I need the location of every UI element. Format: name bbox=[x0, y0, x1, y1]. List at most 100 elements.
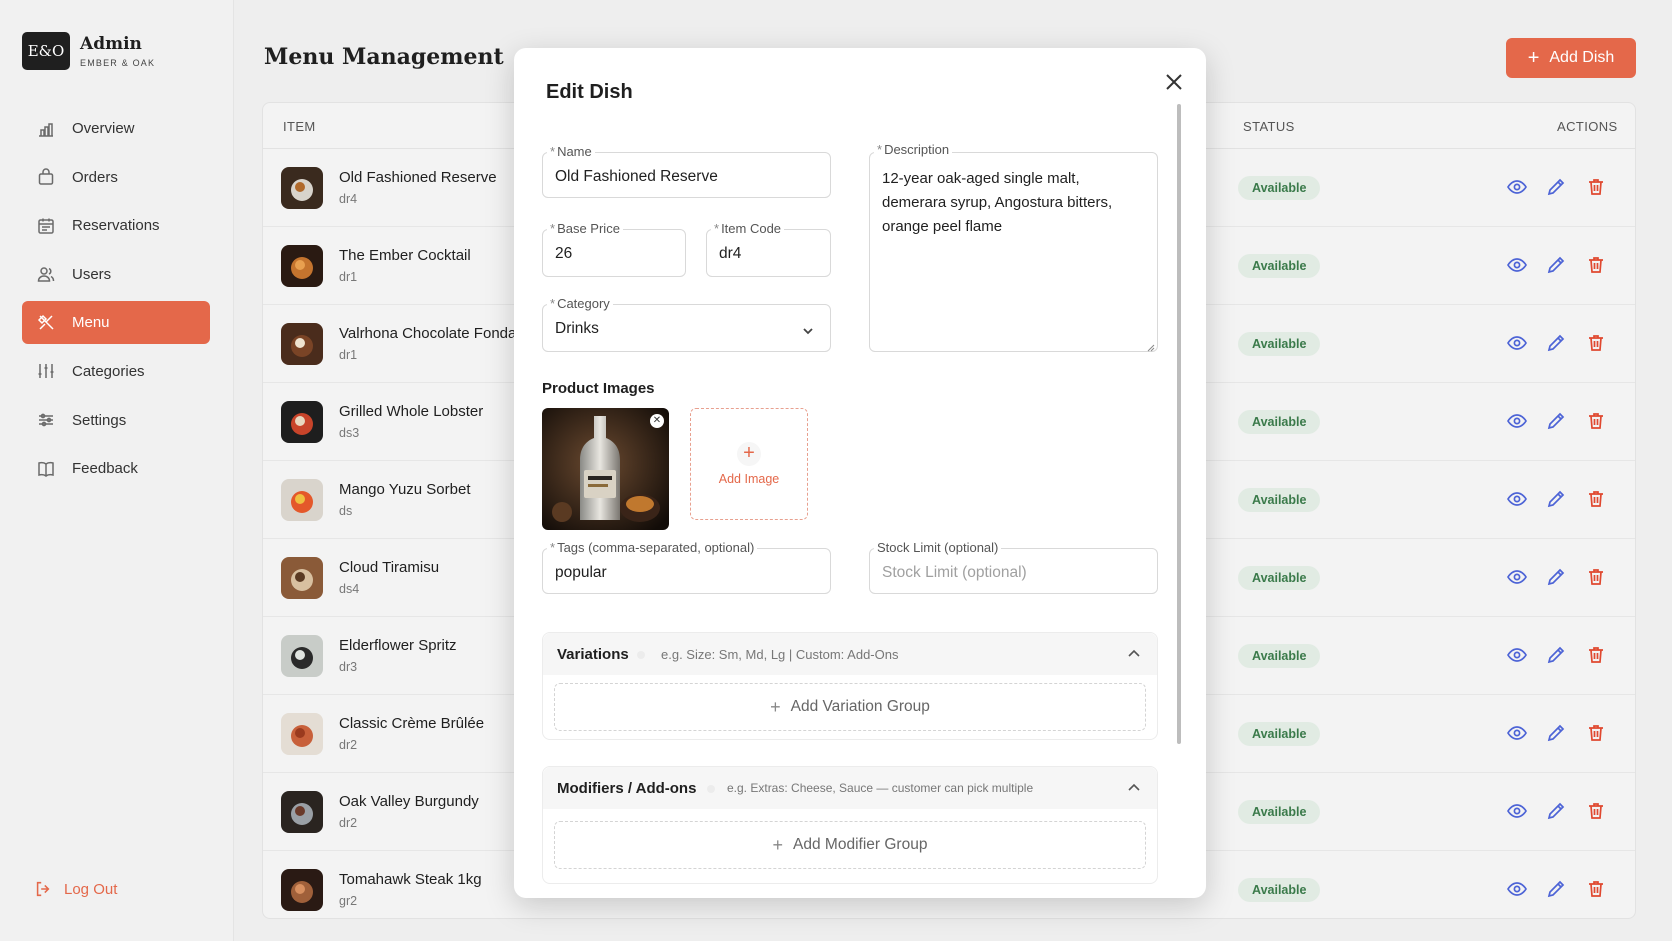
dish-code: dr4 bbox=[339, 192, 358, 206]
dish-name: Tomahawk Steak 1kg bbox=[339, 871, 482, 888]
delete-icon[interactable] bbox=[1585, 878, 1607, 900]
delete-icon[interactable] bbox=[1585, 722, 1607, 744]
view-icon[interactable] bbox=[1506, 644, 1528, 666]
dish-code: dr1 bbox=[339, 270, 358, 284]
status-badge: Available bbox=[1238, 488, 1321, 512]
category-select[interactable]: * Category Drinks bbox=[542, 296, 831, 352]
view-icon[interactable] bbox=[1506, 722, 1528, 744]
status-badge: Available bbox=[1238, 332, 1321, 356]
description-field[interactable]: * Description 12-year oak-aged single mal… bbox=[869, 142, 1158, 352]
sidebar-item-overview[interactable]: Overview bbox=[22, 107, 210, 150]
dish-code: dr3 bbox=[339, 660, 358, 674]
close-button[interactable] bbox=[1160, 68, 1188, 96]
resize-handle-icon[interactable] bbox=[1145, 339, 1155, 352]
description-value: 12-year oak-aged single malt, demerara s… bbox=[882, 170, 1113, 235]
product-images-label: Product Images bbox=[542, 380, 655, 397]
sidebar-item-label: Overview bbox=[72, 120, 135, 137]
dish-name: Oak Valley Burgundy bbox=[339, 793, 479, 810]
view-icon[interactable] bbox=[1506, 176, 1528, 198]
edit-icon[interactable] bbox=[1545, 176, 1567, 198]
stock-limit-field[interactable]: Stock Limit (optional) Stock Limit (opti… bbox=[869, 540, 1158, 594]
chevron-up-icon[interactable] bbox=[1127, 781, 1141, 795]
logout-button[interactable]: Log Out bbox=[34, 880, 117, 898]
column-header-actions: ACTIONS bbox=[1557, 119, 1618, 134]
status-badge: Available bbox=[1238, 878, 1321, 902]
remove-image-icon[interactable]: ✕ bbox=[650, 414, 664, 428]
status-badge: Available bbox=[1238, 410, 1321, 434]
chevron-down-icon bbox=[802, 324, 814, 336]
add-variation-group-label: Add Variation Group bbox=[790, 698, 930, 715]
edit-icon[interactable] bbox=[1545, 644, 1567, 666]
view-icon[interactable] bbox=[1506, 254, 1528, 276]
add-variation-group-button[interactable]: + Add Variation Group bbox=[554, 683, 1146, 731]
status-badge: Available bbox=[1238, 176, 1321, 200]
view-icon[interactable] bbox=[1506, 332, 1528, 354]
sidebar-nav: Overview Orders Reservations Users Menu … bbox=[22, 107, 210, 496]
sidebar-item-label: Reservations bbox=[72, 217, 160, 235]
base-price-label: * Base Price bbox=[547, 221, 623, 236]
base-price-value: 26 bbox=[555, 245, 573, 262]
calendar-icon bbox=[38, 218, 54, 234]
edit-icon[interactable] bbox=[1545, 878, 1567, 900]
brand-title: Admin bbox=[80, 34, 142, 54]
sidebar-item-label: Feedback bbox=[72, 460, 138, 478]
delete-icon[interactable] bbox=[1585, 254, 1607, 276]
chevron-up-icon[interactable] bbox=[1127, 647, 1141, 661]
delete-icon[interactable] bbox=[1585, 566, 1607, 588]
modifiers-title: Modifiers / Add-ons bbox=[557, 780, 697, 797]
settings-icon bbox=[39, 413, 53, 427]
sidebar-item-orders[interactable]: Orders bbox=[22, 156, 210, 199]
status-badge: Available bbox=[1238, 566, 1321, 590]
view-icon[interactable] bbox=[1506, 878, 1528, 900]
dish-thumbnail bbox=[281, 557, 323, 599]
base-price-field[interactable]: * Base Price 26 bbox=[542, 221, 686, 277]
page-title: Menu Management bbox=[264, 44, 504, 70]
sidebar-item-feedback[interactable]: Feedback bbox=[22, 447, 210, 490]
sidebar-item-menu[interactable]: Menu bbox=[22, 301, 210, 345]
edit-icon[interactable] bbox=[1545, 332, 1567, 354]
delete-icon[interactable] bbox=[1585, 644, 1607, 666]
view-icon[interactable] bbox=[1506, 410, 1528, 432]
edit-icon[interactable] bbox=[1545, 566, 1567, 588]
item-code-field[interactable]: * Item Code dr4 bbox=[706, 221, 831, 277]
sidebar-item-users[interactable]: Users bbox=[22, 253, 210, 296]
name-field[interactable]: * Name Old Fashioned Reserve bbox=[542, 144, 831, 198]
column-header-item: ITEM bbox=[283, 119, 316, 134]
sidebar-item-settings[interactable]: Settings bbox=[22, 399, 210, 442]
plus-icon: + bbox=[770, 696, 781, 717]
edit-icon[interactable] bbox=[1545, 488, 1567, 510]
utensils-icon bbox=[37, 314, 54, 330]
sidebar-item-reservations[interactable]: Reservations bbox=[22, 204, 210, 247]
delete-icon[interactable] bbox=[1585, 800, 1607, 822]
dish-name: Classic Crème Brûlée bbox=[339, 715, 485, 732]
add-dish-button[interactable]: + Add Dish bbox=[1506, 38, 1636, 78]
product-image-thumbnail[interactable]: ✕ bbox=[542, 408, 669, 530]
view-icon[interactable] bbox=[1506, 566, 1528, 588]
view-icon[interactable] bbox=[1506, 488, 1528, 510]
delete-icon[interactable] bbox=[1585, 488, 1607, 510]
dish-thumbnail bbox=[281, 245, 323, 287]
dish-name: Valrhona Chocolate Fondant bbox=[339, 325, 529, 342]
edit-icon[interactable] bbox=[1545, 254, 1567, 276]
dish-thumbnail bbox=[281, 791, 323, 833]
sidebar: E&O Admin EMBER & OAK Overview Orders Re… bbox=[0, 0, 234, 941]
add-modifier-group-button[interactable]: + Add Modifier Group bbox=[554, 821, 1146, 869]
edit-icon[interactable] bbox=[1545, 722, 1567, 744]
edit-icon[interactable] bbox=[1545, 410, 1567, 432]
delete-icon[interactable] bbox=[1585, 176, 1607, 198]
dish-name: Elderflower Spritz bbox=[339, 637, 457, 654]
tags-field[interactable]: * Tags (comma-separated, optional) popula… bbox=[542, 540, 831, 594]
add-image-label: Add Image bbox=[718, 472, 780, 486]
modifiers-header[interactable]: Modifiers / Add-ons e.g. Extras: Cheese,… bbox=[543, 767, 1157, 809]
modal-scrollbar[interactable] bbox=[1177, 104, 1181, 744]
view-icon[interactable] bbox=[1506, 800, 1528, 822]
add-image-button[interactable]: + Add Image bbox=[690, 408, 808, 520]
variations-header[interactable]: Variations e.g. Size: Sm, Md, Lg | Custo… bbox=[543, 633, 1157, 675]
delete-icon[interactable] bbox=[1585, 410, 1607, 432]
variations-title: Variations bbox=[557, 646, 629, 663]
delete-icon[interactable] bbox=[1585, 332, 1607, 354]
name-label: * Name bbox=[547, 144, 595, 159]
stock-limit-label: Stock Limit (optional) bbox=[874, 540, 1002, 555]
edit-icon[interactable] bbox=[1545, 800, 1567, 822]
sidebar-item-categories[interactable]: Categories bbox=[22, 350, 210, 393]
